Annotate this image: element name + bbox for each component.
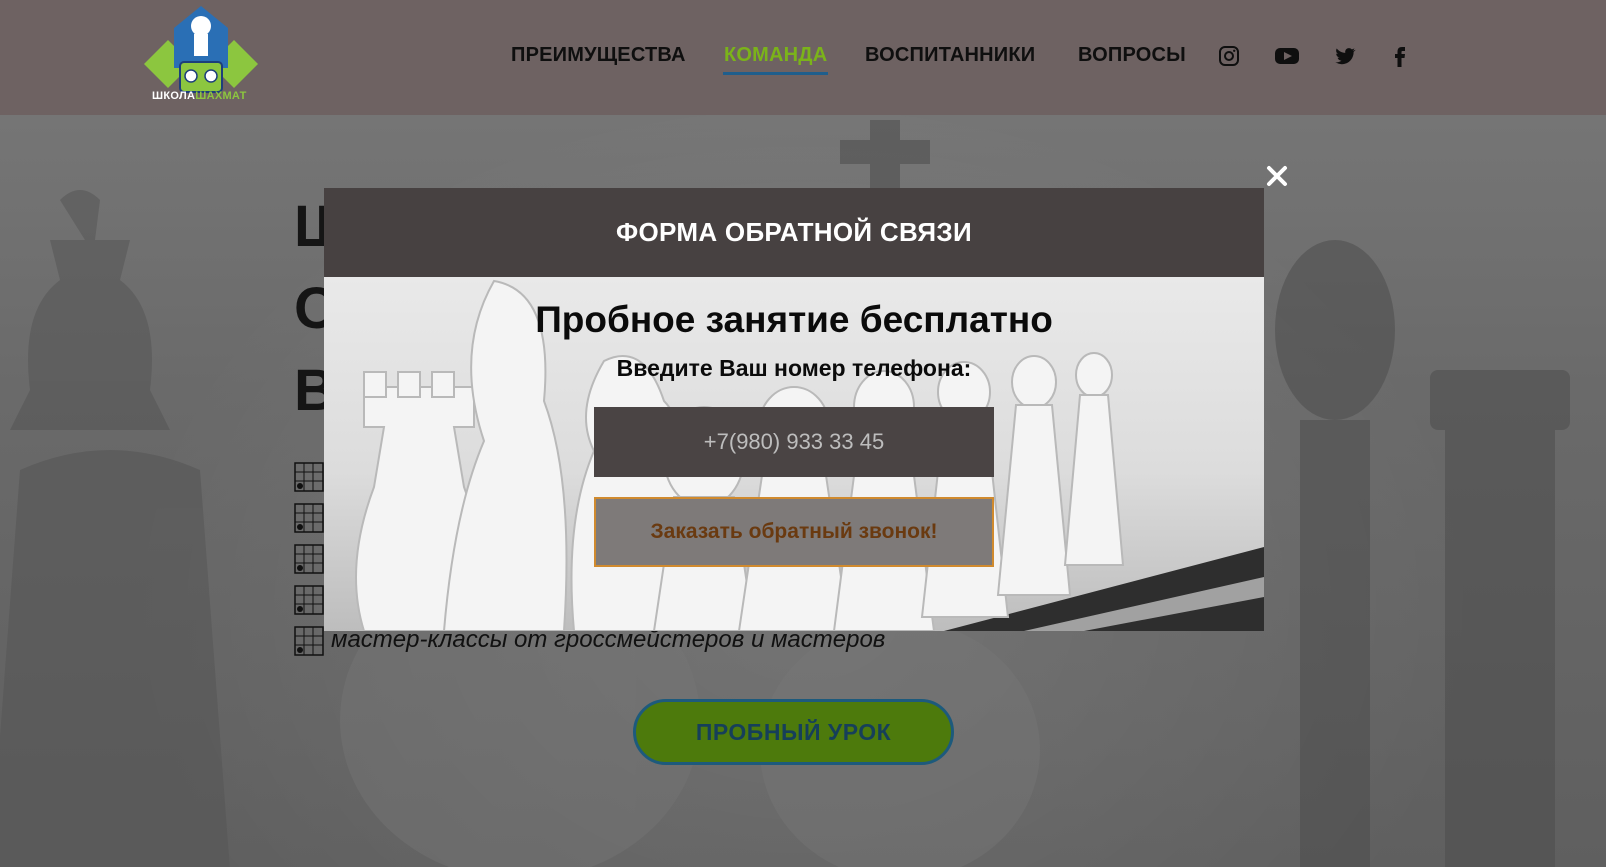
modal-subtitle: Введите Ваш номер телефона: — [616, 355, 972, 381]
close-icon[interactable] — [1263, 162, 1291, 190]
modal-title: Пробное занятие бесплатно — [535, 299, 1053, 340]
order-callback-button[interactable]: Заказать обратный звонок! — [594, 497, 994, 567]
phone-input[interactable] — [594, 407, 994, 477]
modal-body: Пробное занятие бесплатно Введите Ваш но… — [324, 277, 1264, 631]
modal-header-title: ФОРМА ОБРАТНОЙ СВЯЗИ — [324, 188, 1264, 277]
callback-form-modal: ФОРМА ОБРАТНОЙ СВЯЗИ Пробное занятие бес… — [324, 188, 1264, 631]
